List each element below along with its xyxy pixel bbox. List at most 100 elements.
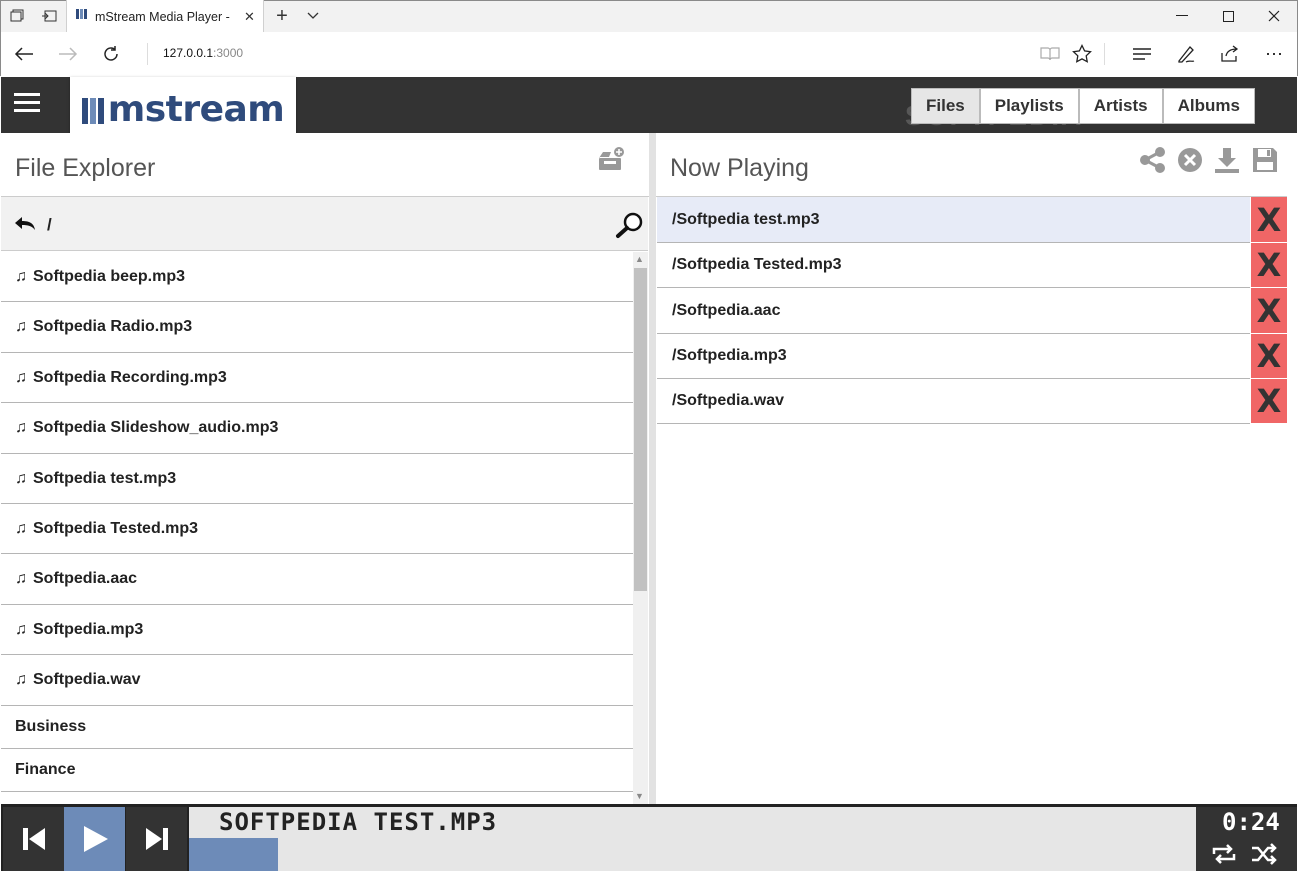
now-playing-title: Now Playing xyxy=(670,154,809,182)
nav-tabs: Files Playlists Artists Albums xyxy=(911,88,1255,124)
remove-song-button[interactable]: X xyxy=(1251,334,1287,378)
scroll-down-icon[interactable]: ▼ xyxy=(635,791,644,801)
playlist-item-label: /Softpedia test.mp3 xyxy=(672,210,820,228)
play-button[interactable] xyxy=(64,807,125,871)
file-item[interactable]: ♫ Softpedia.aac xyxy=(1,554,633,605)
share-playlist-icon[interactable] xyxy=(1139,146,1167,179)
tab-files[interactable]: Files xyxy=(911,88,980,124)
shuffle-icon[interactable] xyxy=(1250,842,1280,871)
add-directory-icon[interactable] xyxy=(597,146,625,179)
back-directory-icon[interactable] xyxy=(14,216,36,237)
url-host: 127.0.0.1 xyxy=(163,46,214,60)
current-song-title: SOFTPEDIA TEST.MP3 xyxy=(219,808,498,836)
playlist-item-label: /Softpedia.mp3 xyxy=(672,347,787,364)
url-port: :3000 xyxy=(213,46,244,60)
playlist-item[interactable]: /Softpedia.wav xyxy=(657,379,1250,424)
file-item[interactable]: ♫ Softpedia.wav xyxy=(1,655,633,706)
file-name: Softpedia.mp3 xyxy=(33,620,144,638)
music-note-icon: ♫ xyxy=(15,620,27,638)
url-field[interactable]: 127.0.0.1:3000 xyxy=(163,46,243,60)
playlist-scroll-gutter xyxy=(1287,197,1297,804)
panel-splitter[interactable] xyxy=(649,133,656,804)
file-item[interactable]: ♫ Softpedia Radio.mp3 xyxy=(1,302,633,353)
chevron-down-icon[interactable] xyxy=(302,0,324,32)
set-aside-tabs-icon[interactable] xyxy=(34,0,64,32)
browser-tab[interactable]: mStream Media Player - ✕ xyxy=(66,0,264,33)
file-name: Softpedia beep.mp3 xyxy=(33,267,186,285)
clear-playlist-icon[interactable] xyxy=(1176,146,1204,179)
file-item[interactable]: ♫ Softpedia Tested.mp3 xyxy=(1,504,633,554)
file-name: Softpedia Slideshow_audio.mp3 xyxy=(33,419,279,436)
tab-artists[interactable]: Artists xyxy=(1078,88,1163,124)
remove-song-button[interactable]: X xyxy=(1251,379,1287,423)
hub-icon[interactable] xyxy=(1120,32,1164,76)
file-item[interactable]: ♫ Softpedia beep.mp3 xyxy=(1,252,633,302)
music-note-icon: ♫ xyxy=(15,419,27,436)
file-name: Softpedia.aac xyxy=(33,570,138,587)
close-window-icon[interactable] xyxy=(1252,0,1296,32)
file-item[interactable]: ♫ Softpedia.mp3 xyxy=(1,605,633,655)
close-tab-icon[interactable]: ✕ xyxy=(244,9,255,25)
mstream-logo[interactable]: mstream xyxy=(70,77,296,141)
scrollbar-thumb[interactable] xyxy=(634,268,647,591)
remove-song-button[interactable]: X xyxy=(1251,288,1287,333)
back-arrow-icon[interactable] xyxy=(2,32,46,76)
current-path: / xyxy=(47,215,52,234)
music-note-icon: ♫ xyxy=(15,469,27,487)
playlist-item[interactable]: /Softpedia Tested.mp3 xyxy=(657,243,1250,288)
address-divider xyxy=(147,43,148,65)
playlist-item[interactable]: /Softpedia test.mp3 xyxy=(657,197,1250,243)
file-item[interactable]: ♫ Softpedia Slideshow_audio.mp3 xyxy=(1,403,633,454)
refresh-icon[interactable] xyxy=(89,32,133,76)
download-icon[interactable] xyxy=(1213,146,1241,179)
folder-name: Finance xyxy=(15,761,76,778)
next-track-button[interactable] xyxy=(126,807,187,871)
folder-item[interactable]: Business xyxy=(1,706,633,749)
playlist-item[interactable]: /Softpedia.aac xyxy=(657,288,1250,334)
tab-playlists[interactable]: Playlists xyxy=(979,88,1079,124)
music-note-icon: ♫ xyxy=(15,570,27,587)
folder-item[interactable]: Finance xyxy=(1,749,633,792)
elapsed-time: 0:24 xyxy=(1222,808,1280,836)
logo-bars-icon xyxy=(81,94,108,124)
minimize-window-icon[interactable] xyxy=(1160,0,1204,32)
search-icon[interactable] xyxy=(615,211,645,244)
remove-song-button[interactable]: X xyxy=(1251,197,1287,242)
file-item[interactable]: ♫ Softpedia Recording.mp3 xyxy=(1,353,633,403)
path-bar xyxy=(1,197,648,251)
maximize-window-icon[interactable] xyxy=(1206,0,1250,32)
save-playlist-icon[interactable] xyxy=(1251,146,1279,179)
music-note-icon: ♫ xyxy=(15,267,27,285)
tab-manager-icon[interactable] xyxy=(2,0,32,32)
forward-arrow-icon[interactable] xyxy=(46,32,90,76)
previous-track-button[interactable] xyxy=(3,807,64,871)
progress-fill[interactable] xyxy=(189,838,278,871)
toolbar-divider xyxy=(1104,43,1105,65)
playlist-item-label: /Softpedia.wav xyxy=(672,392,785,409)
repeat-icon[interactable] xyxy=(1210,842,1238,871)
mstream-favicon-icon xyxy=(75,7,89,26)
music-note-icon: ♫ xyxy=(15,671,27,688)
new-tab-icon[interactable]: + xyxy=(270,0,294,32)
file-name: Softpedia Tested.mp3 xyxy=(33,519,199,537)
playlist-item[interactable]: /Softpedia.mp3 xyxy=(657,334,1250,379)
music-note-icon: ♫ xyxy=(15,519,27,537)
file-explorer-title: File Explorer xyxy=(15,154,156,182)
share-icon[interactable] xyxy=(1208,32,1252,76)
music-note-icon: ♫ xyxy=(15,318,27,335)
file-name: Softpedia Radio.mp3 xyxy=(33,318,193,335)
file-name: Softpedia test.mp3 xyxy=(33,469,177,487)
folder-name: Business xyxy=(15,718,87,735)
favorite-star-icon[interactable] xyxy=(1060,32,1104,76)
tab-albums[interactable]: Albums xyxy=(1162,88,1255,124)
playlist-item-label: /Softpedia.aac xyxy=(672,301,781,319)
hamburger-menu-icon[interactable] xyxy=(14,93,40,113)
logo-text: mstream xyxy=(107,88,285,130)
web-note-pen-icon[interactable] xyxy=(1164,32,1208,76)
file-item[interactable]: ♫ Softpedia test.mp3 xyxy=(1,454,633,504)
tab-title: mStream Media Player - xyxy=(95,9,230,24)
playlist-item-label: /Softpedia Tested.mp3 xyxy=(672,256,842,273)
more-options-icon[interactable]: ⋯ xyxy=(1252,32,1296,76)
scroll-up-icon[interactable]: ▲ xyxy=(635,254,644,264)
remove-song-button[interactable]: X xyxy=(1251,243,1287,287)
